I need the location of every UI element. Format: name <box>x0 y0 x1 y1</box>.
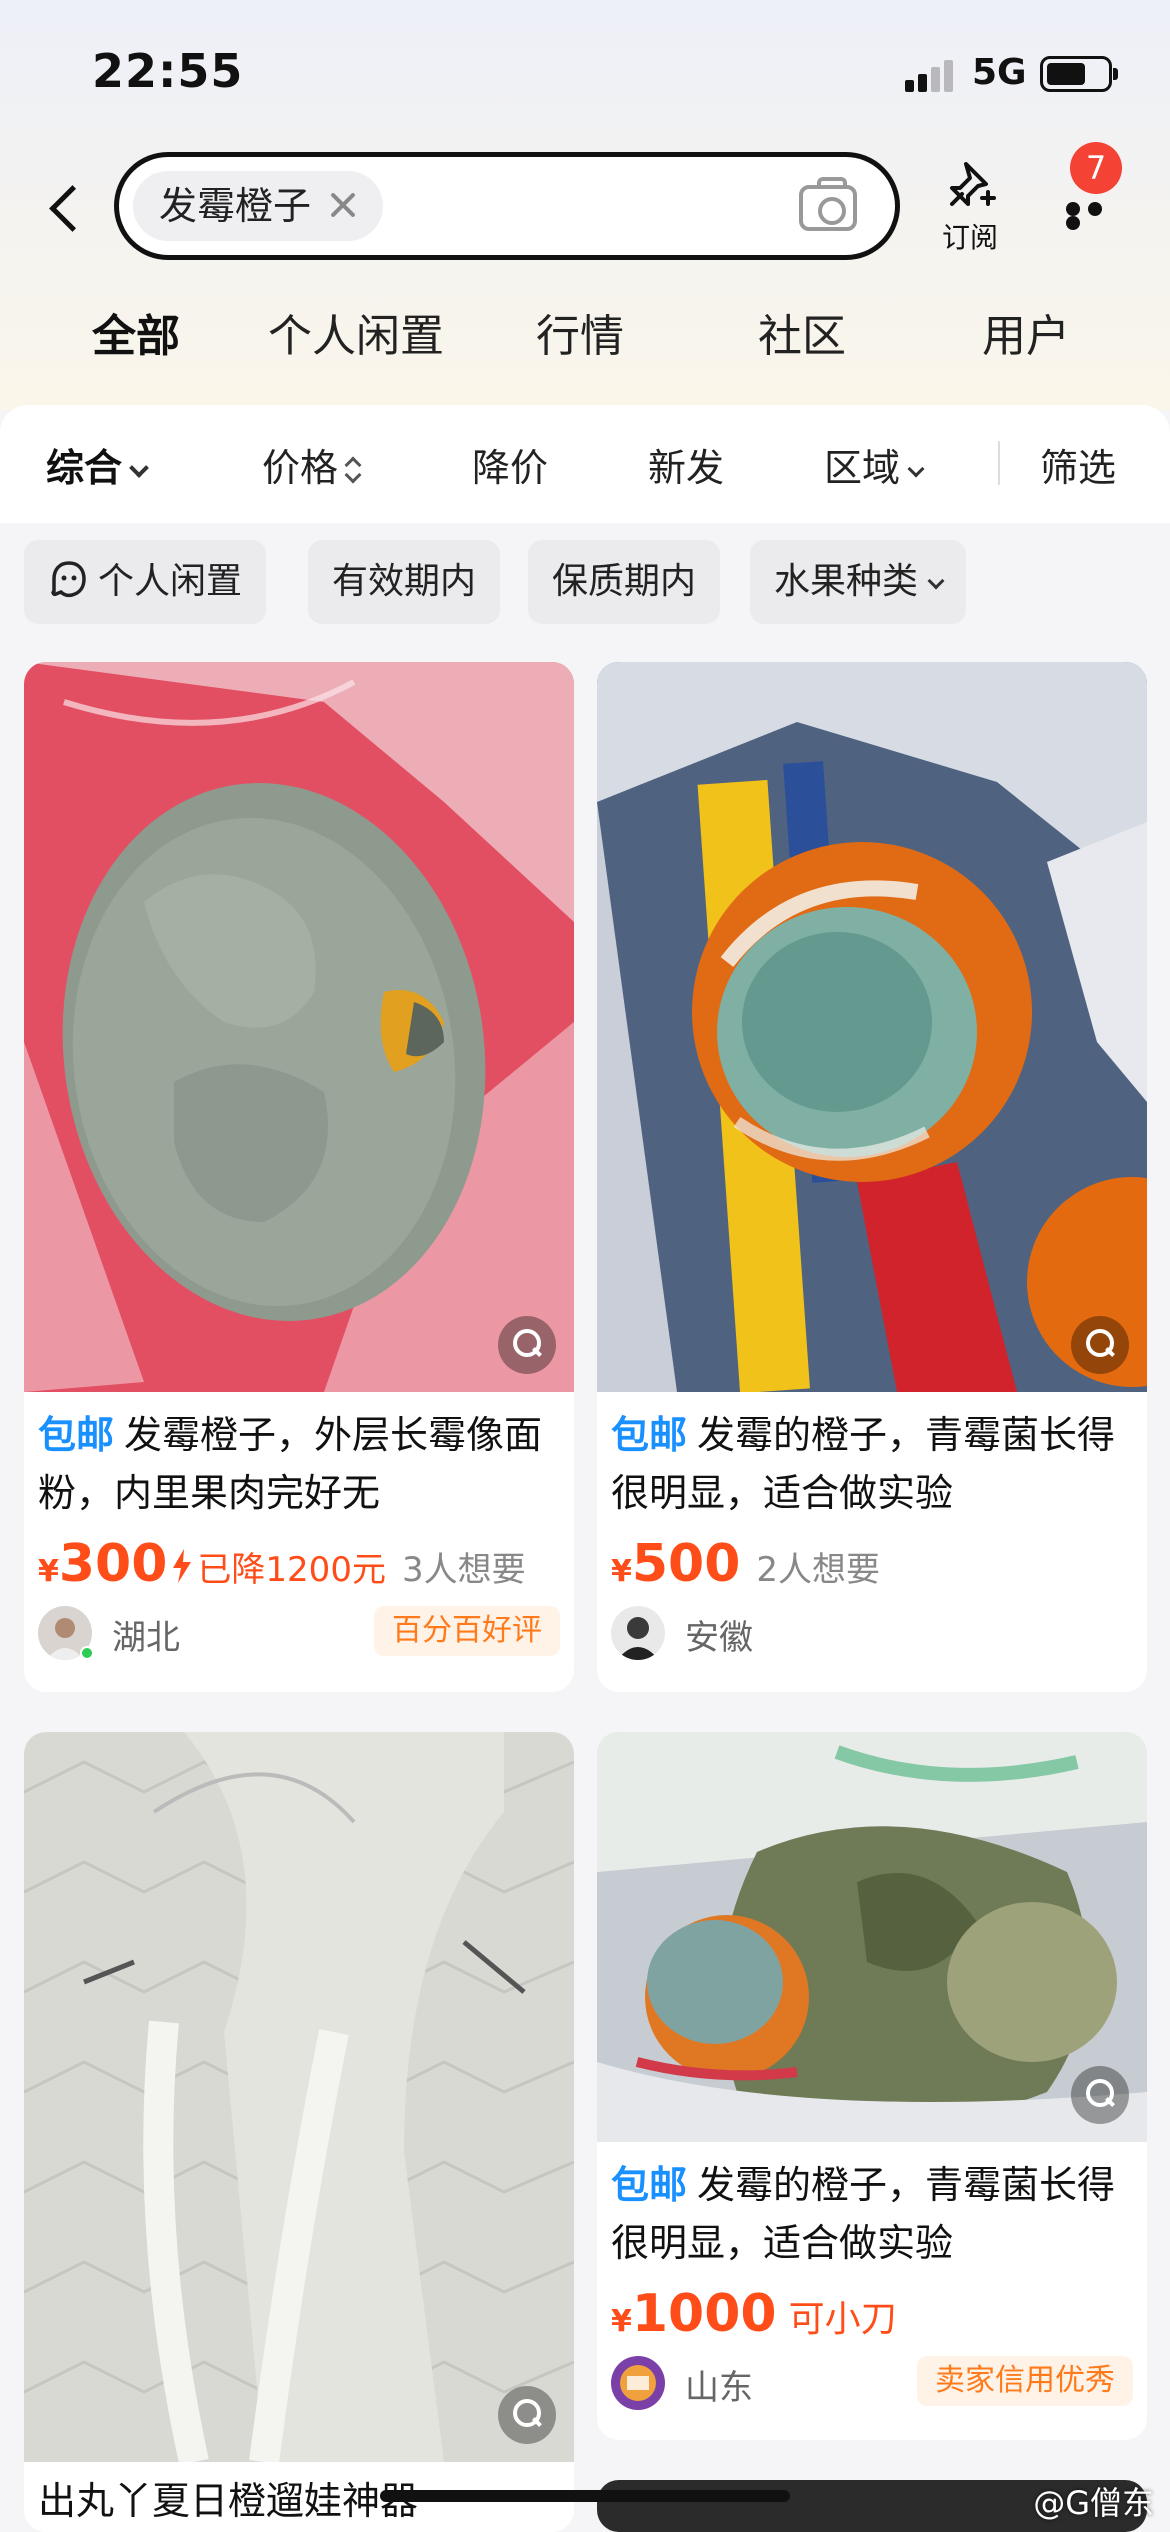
free-shipping-tag: 包邮 <box>611 1413 688 1457</box>
bolt-icon <box>173 1549 192 1583</box>
product-title: 包邮 发霉的橙子，青霉菌长得很明显，适合做实验 <box>611 2163 1116 2265</box>
camera-icon[interactable] <box>799 177 857 231</box>
chevron-down-icon <box>927 572 945 590</box>
product-image[interactable] <box>24 1732 574 2462</box>
credit-badge: 卖家信用优秀 <box>917 2356 1133 2406</box>
price-row: ¥500 2人想要 <box>611 1534 881 1594</box>
product-image[interactable] <box>597 662 1147 1392</box>
product-image[interactable] <box>24 662 574 1392</box>
sort-price-drop[interactable]: 降价 <box>472 437 548 492</box>
product-image[interactable] <box>597 1732 1147 2142</box>
product-price: 1000 <box>631 2284 777 2344</box>
signal-icon <box>905 58 959 92</box>
home-indicator <box>380 2490 790 2502</box>
filter-chips: 个人闲置 有效期内 保质期内 水果种类 <box>0 540 1170 630</box>
zoom-search-icon[interactable] <box>498 1316 556 1374</box>
product-card[interactable]: 包邮 发霉的橙子，青霉菌长得很明显，适合做实验 ¥500 2人想要 安徽 <box>597 662 1147 1692</box>
tab-community[interactable]: 社区 <box>758 300 846 364</box>
tab-all[interactable]: 全部 <box>90 300 182 364</box>
product-card[interactable]: 包邮 发霉橙子，外层长霉像面粉，内里果肉完好无 ¥300 已降1200元 3人想要 湖… <box>24 662 574 1692</box>
search-box[interactable]: 发霉橙子 <box>114 152 900 260</box>
seller-row[interactable]: 湖北 百分百好评 <box>24 1594 574 1674</box>
online-indicator <box>80 1646 94 1660</box>
want-count: 2人想要 <box>756 1550 881 1590</box>
price-row: ¥1000 可小刀 <box>611 2284 897 2344</box>
close-icon[interactable] <box>325 187 361 223</box>
tab-users[interactable]: 用户 <box>982 300 1070 364</box>
product-price: 300 <box>58 1534 168 1594</box>
sort-bar: 综合 价格 降价 新发 区域 筛选 <box>0 405 1170 523</box>
avatar[interactable] <box>611 1606 665 1660</box>
price-row: ¥300 已降1200元 3人想要 <box>38 1534 526 1594</box>
watermark: @G僧东 <box>1033 2484 1154 2522</box>
avatar[interactable] <box>611 2356 665 2410</box>
price-drop-text: 已降1200元 <box>197 1550 386 1590</box>
filter-button[interactable]: 筛选 <box>1040 437 1116 492</box>
zoom-search-icon[interactable] <box>1071 1316 1129 1374</box>
chip-fruit-type[interactable]: 水果种类 <box>750 540 967 624</box>
sort-newest[interactable]: 新发 <box>648 437 724 492</box>
chip-shelf-life[interactable]: 保质期内 <box>528 540 721 624</box>
bargain-tag: 可小刀 <box>788 2299 897 2340</box>
sort-composite[interactable]: 综合 <box>46 437 149 492</box>
subscribe-button[interactable]: 订阅 <box>930 158 1010 258</box>
want-count: 3人想要 <box>401 1550 526 1590</box>
subscribe-label: 订阅 <box>941 221 998 254</box>
product-title: 包邮 发霉橙子，外层长霉像面粉，内里果肉完好无 <box>38 1413 543 1515</box>
sort-region[interactable]: 区域 <box>824 437 925 492</box>
seller-region: 山东 <box>685 2368 753 2408</box>
product-card[interactable]: 出丸丫夏日橙遛娃神器 <box>24 1732 574 2532</box>
chip-personal-idle[interactable]: 个人闲置 <box>24 540 267 624</box>
product-title: 包邮 发霉的橙子，青霉菌长得很明显，适合做实验 <box>611 1413 1116 1515</box>
free-shipping-tag: 包邮 <box>611 2163 688 2207</box>
sort-updown-icon <box>346 457 360 483</box>
status-bar: 22:55 5G <box>0 0 1170 140</box>
divider <box>998 441 1000 485</box>
search-query-chip[interactable]: 发霉橙子 <box>133 171 384 241</box>
battery-icon <box>1040 56 1118 92</box>
back-arrow-icon[interactable] <box>40 170 90 244</box>
chip-valid-period[interactable]: 有效期内 <box>308 540 501 624</box>
product-card[interactable]: 包邮 发霉的橙子，青霉菌长得很明显，适合做实验 ¥1000 可小刀 山东 卖家信用优… <box>597 1732 1147 2440</box>
zoom-search-icon[interactable] <box>1071 2066 1129 2124</box>
status-time: 22:55 <box>92 44 244 98</box>
seller-region: 安徽 <box>685 1618 753 1658</box>
chevron-down-icon <box>907 460 925 478</box>
tab-market[interactable]: 行情 <box>536 300 624 364</box>
search-query-text: 发霉橙子 <box>159 184 312 228</box>
credit-badge: 百分百好评 <box>374 1606 560 1656</box>
seller-row[interactable]: 山东 卖家信用优秀 <box>597 2344 1147 2424</box>
free-shipping-tag: 包邮 <box>38 1413 115 1457</box>
zoom-search-icon[interactable] <box>498 2386 556 2444</box>
sort-price[interactable]: 价格 <box>262 437 360 492</box>
seller-row[interactable]: 安徽 <box>597 1594 1147 1674</box>
product-price: 500 <box>631 1534 741 1594</box>
tab-personal-idle[interactable]: 个人闲置 <box>268 300 444 364</box>
category-tabs: 全部 个人闲置 行情 社区 用户 <box>0 300 1170 380</box>
ghost-icon <box>51 561 86 598</box>
network-type: 5G <box>972 52 1027 93</box>
seller-region: 湖北 <box>112 1618 180 1658</box>
pin-icon <box>950 162 996 206</box>
notification-badge: 7 <box>1070 142 1122 194</box>
chevron-down-icon <box>129 458 149 478</box>
